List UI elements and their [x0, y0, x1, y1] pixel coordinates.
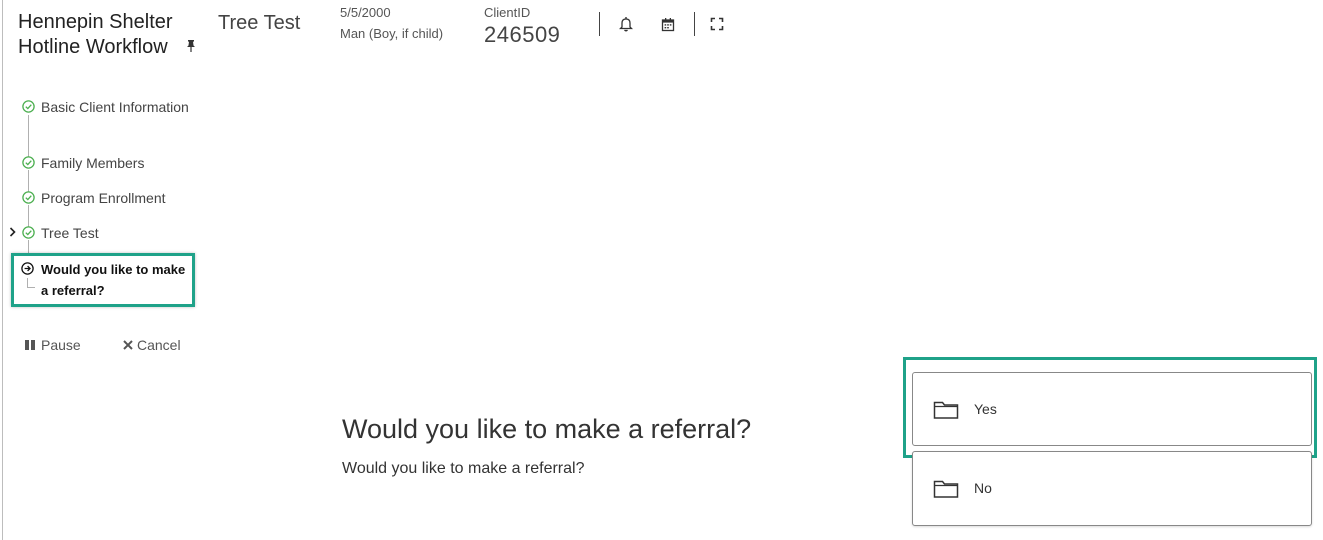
check-circle-icon — [22, 156, 35, 169]
pause-button[interactable]: Pause — [24, 335, 94, 355]
notifications-button[interactable] — [618, 15, 634, 33]
option-label: No — [974, 480, 992, 496]
cancel-label: Cancel — [137, 337, 181, 353]
workflow-title: Hennepin Shelter Hotline Workflow — [18, 11, 173, 58]
question-title: Would you like to make a referral? — [342, 414, 752, 444]
fullscreen-icon — [710, 17, 724, 31]
option-no[interactable]: No — [912, 451, 1312, 526]
step-label: Tree Test — [41, 225, 99, 241]
pin-icon[interactable] — [186, 40, 196, 52]
fullscreen-button[interactable] — [709, 15, 725, 33]
current-step[interactable]: Would you like to make a referral? — [11, 253, 195, 307]
step-basic-client-information[interactable]: Basic Client Information — [20, 97, 200, 139]
calendar-icon — [661, 17, 675, 31]
task-title: Tree Test — [218, 12, 301, 34]
folder-icon — [933, 401, 959, 419]
check-circle-icon — [22, 100, 35, 113]
chevron-right-icon — [9, 227, 16, 237]
bell-icon — [619, 17, 633, 32]
step-family-members[interactable]: Family Members — [20, 153, 200, 174]
header-divider — [694, 12, 695, 36]
folder-icon — [933, 480, 959, 498]
client-id-label: ClientID — [484, 5, 531, 20]
option-yes[interactable]: Yes — [912, 372, 1312, 446]
arrow-right-circle-icon — [21, 262, 34, 275]
step-connector — [27, 278, 35, 288]
cancel-button[interactable]: Cancel — [122, 335, 192, 355]
check-circle-icon — [22, 191, 35, 204]
current-step-label: Would you like to make a referral? — [41, 262, 186, 298]
step-program-enrollment[interactable]: Program Enrollment — [20, 188, 200, 209]
step-tree-test[interactable]: Tree Test — [20, 223, 200, 244]
close-icon — [123, 340, 133, 350]
client-id[interactable]: 246509 — [484, 22, 560, 48]
header-divider — [599, 12, 600, 36]
check-circle-icon — [22, 226, 35, 239]
step-label: Family Members — [41, 155, 145, 171]
pause-icon — [25, 340, 35, 350]
step-label: Program Enrollment — [41, 190, 166, 206]
pause-label: Pause — [41, 337, 81, 353]
calendar-button[interactable] — [660, 15, 676, 33]
question-subtitle: Would you like to make a referral? — [342, 460, 585, 477]
client-dob: 5/5/2000 — [340, 5, 391, 20]
step-label: Basic Client Information — [41, 99, 189, 115]
option-label: Yes — [974, 401, 997, 417]
client-gender: Man (Boy, if child) — [340, 26, 444, 41]
window-left-border — [2, 0, 3, 540]
